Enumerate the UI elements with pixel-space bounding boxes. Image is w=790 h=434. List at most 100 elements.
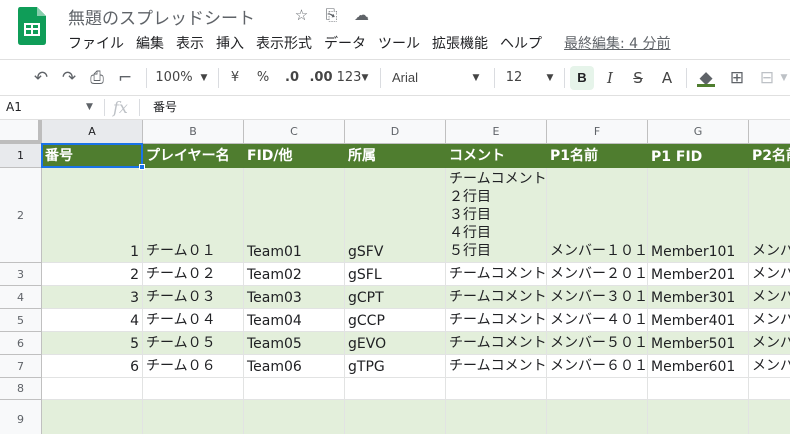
formula-input[interactable]: 番号 (153, 96, 177, 119)
table-cell[interactable]: メンバー６０１ (547, 355, 648, 378)
table-cell[interactable]: チームコメント ２行目 ３行目 ４行目 ５行目 (446, 168, 547, 263)
table-cell[interactable]: Member401 (648, 309, 749, 332)
column-header-c[interactable]: C (244, 120, 345, 144)
table-cell[interactable]: メンバー (749, 355, 790, 378)
column-header-d[interactable]: D (345, 120, 446, 144)
increase-decimal-button[interactable]: .00 (308, 60, 334, 96)
select-all-corner[interactable] (0, 120, 42, 144)
table-cell[interactable]: Member601 (648, 355, 749, 378)
table-cell[interactable]: チーム０３ (143, 286, 244, 309)
table-cell[interactable]: メンバー (749, 168, 790, 263)
menu-data[interactable]: データ (324, 33, 366, 53)
empty-cell[interactable] (648, 400, 749, 434)
header-cell[interactable]: FID/他 (244, 144, 345, 168)
table-cell[interactable]: 4 (42, 309, 143, 332)
document-title[interactable]: 無題のスプレッドシート (68, 4, 255, 29)
row-header-1[interactable]: 1 (0, 144, 42, 168)
table-cell[interactable]: gEVO (345, 332, 446, 355)
empty-cell[interactable] (547, 400, 648, 434)
menu-edit[interactable]: 編集 (136, 33, 164, 53)
menu-help[interactable]: ヘルプ (500, 33, 542, 53)
more-formats-button[interactable]: 123 (336, 60, 362, 96)
table-cell[interactable]: チームコメント (446, 309, 547, 332)
table-cell[interactable]: 1 (42, 168, 143, 263)
table-cell[interactable]: Member301 (648, 286, 749, 309)
undo-icon[interactable]: ↶ (30, 60, 52, 96)
cloud-status-icon[interactable]: ☁ (352, 6, 371, 24)
table-cell[interactable]: 3 (42, 286, 143, 309)
table-cell[interactable]: gCPT (345, 286, 446, 309)
table-cell[interactable]: チームコメント (446, 332, 547, 355)
header-cell[interactable]: プレイヤー名 (143, 144, 244, 168)
row-header-6[interactable]: 6 (0, 332, 42, 355)
empty-cell[interactable] (648, 378, 749, 400)
bold-button[interactable]: B (570, 66, 594, 90)
empty-cell[interactable] (749, 400, 790, 434)
column-header-e[interactable]: E (446, 120, 547, 144)
table-cell[interactable]: 2 (42, 263, 143, 286)
table-cell[interactable]: メンバー３０１ (547, 286, 648, 309)
merge-caret-icon[interactable]: ▼ (778, 60, 790, 96)
column-header-h[interactable] (749, 120, 790, 144)
sheets-logo-icon[interactable] (18, 7, 46, 45)
column-header-b[interactable]: B (143, 120, 244, 144)
empty-cell[interactable] (446, 400, 547, 434)
table-cell[interactable]: チームコメント (446, 355, 547, 378)
table-cell[interactable]: Team02 (244, 263, 345, 286)
decrease-decimal-button[interactable]: .0 (280, 60, 304, 96)
row-header-4[interactable]: 4 (0, 286, 42, 309)
table-cell[interactable]: チーム０６ (143, 355, 244, 378)
last-edit-link[interactable]: 最終編集: 4 分前 (564, 33, 671, 53)
table-cell[interactable]: メンバー (749, 286, 790, 309)
table-cell[interactable]: Team06 (244, 355, 345, 378)
name-box-caret-icon[interactable]: ▼ (86, 96, 93, 119)
font-size-select[interactable]: 12 (504, 60, 524, 96)
empty-cell[interactable] (42, 378, 143, 400)
paint-format-icon[interactable]: ⌐ (114, 60, 136, 96)
menu-extensions[interactable]: 拡張機能 (432, 33, 488, 53)
table-cell[interactable]: チーム０４ (143, 309, 244, 332)
menu-tools[interactable]: ツール (378, 33, 420, 53)
font-size-caret-icon[interactable]: ▼ (544, 60, 556, 96)
table-cell[interactable]: チーム０１ (143, 168, 244, 263)
merge-cells-icon[interactable]: ⊟ (756, 60, 778, 96)
strikethrough-button[interactable]: S (628, 60, 648, 96)
font-select[interactable]: Arial (392, 60, 452, 96)
table-cell[interactable]: チームコメント (446, 263, 547, 286)
header-cell[interactable]: コメント (446, 144, 547, 168)
table-cell[interactable]: Team03 (244, 286, 345, 309)
table-cell[interactable]: メンバー１０１ (547, 168, 648, 263)
text-color-button[interactable]: A (656, 60, 678, 96)
zoom-caret-icon[interactable]: ▼ (198, 60, 210, 96)
row-header-3[interactable]: 3 (0, 263, 42, 286)
table-cell[interactable]: 6 (42, 355, 143, 378)
empty-cell[interactable] (244, 400, 345, 434)
table-cell[interactable]: メンバー (749, 332, 790, 355)
table-cell[interactable]: メンバー (749, 309, 790, 332)
empty-cell[interactable] (446, 378, 547, 400)
row-header-2[interactable]: 2 (0, 168, 42, 263)
table-cell[interactable]: Member101 (648, 168, 749, 263)
empty-cell[interactable] (345, 400, 446, 434)
empty-cell[interactable] (143, 378, 244, 400)
redo-icon[interactable]: ↷ (58, 60, 80, 96)
table-cell[interactable]: 5 (42, 332, 143, 355)
column-header-g[interactable]: G (648, 120, 749, 144)
table-cell[interactable]: gCCP (345, 309, 446, 332)
fill-handle[interactable] (139, 164, 145, 170)
empty-cell[interactable] (547, 378, 648, 400)
row-header-7[interactable]: 7 (0, 355, 42, 378)
more-formats-caret-icon[interactable]: ▼ (360, 60, 370, 96)
borders-icon[interactable]: ⊞ (726, 60, 748, 96)
empty-cell[interactable] (42, 400, 143, 434)
table-cell[interactable]: メンバー４０１ (547, 309, 648, 332)
header-cell[interactable]: P1 FID (648, 144, 749, 168)
row-header-5[interactable]: 5 (0, 309, 42, 332)
table-cell[interactable]: チーム０２ (143, 263, 244, 286)
table-cell[interactable]: Member201 (648, 263, 749, 286)
menu-file[interactable]: ファイル (68, 33, 124, 53)
empty-cell[interactable] (749, 378, 790, 400)
star-icon[interactable]: ☆ (292, 6, 311, 24)
table-cell[interactable]: メンバー (749, 263, 790, 286)
table-cell[interactable]: Team04 (244, 309, 345, 332)
